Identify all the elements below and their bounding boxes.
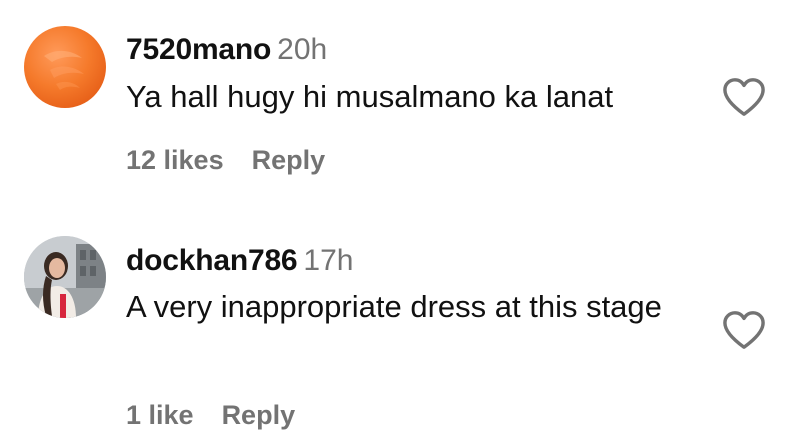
comment-item: dockhan786 17h A very inappropriate dress…: [0, 225, 793, 442]
comment-header: 7520mano 20h: [126, 35, 327, 65]
comment-item: 7520mano 20h Ya hall hugy hi musalmano ka…: [0, 0, 793, 210]
comments-list: 7520mano 20h Ya hall hugy hi musalmano ka…: [0, 0, 793, 442]
likes-count[interactable]: 1 like: [126, 402, 194, 429]
comment-header: dockhan786 17h: [126, 246, 353, 276]
timestamp: 20h: [277, 33, 328, 66]
heart-icon[interactable]: [721, 309, 767, 351]
comment-actions: 1 like Reply: [126, 402, 295, 429]
comment-text: A very inappropriate dress at this stage: [126, 289, 662, 324]
avatar[interactable]: [24, 26, 106, 108]
timestamp: 17h: [303, 244, 354, 277]
avatar[interactable]: [24, 236, 106, 318]
comment-actions: 12 likes Reply: [126, 147, 325, 174]
comment-text: Ya hall hugy hi musalmano ka lanat: [126, 79, 614, 114]
reply-button[interactable]: Reply: [252, 147, 326, 174]
reply-button[interactable]: Reply: [222, 402, 296, 429]
heart-icon[interactable]: [721, 76, 767, 118]
avatar-photo-graphic: [24, 236, 106, 318]
likes-count[interactable]: 12 likes: [126, 147, 224, 174]
username[interactable]: dockhan786: [126, 244, 298, 277]
avatar-orange-graphic: [44, 50, 84, 90]
username[interactable]: 7520mano: [126, 33, 271, 66]
